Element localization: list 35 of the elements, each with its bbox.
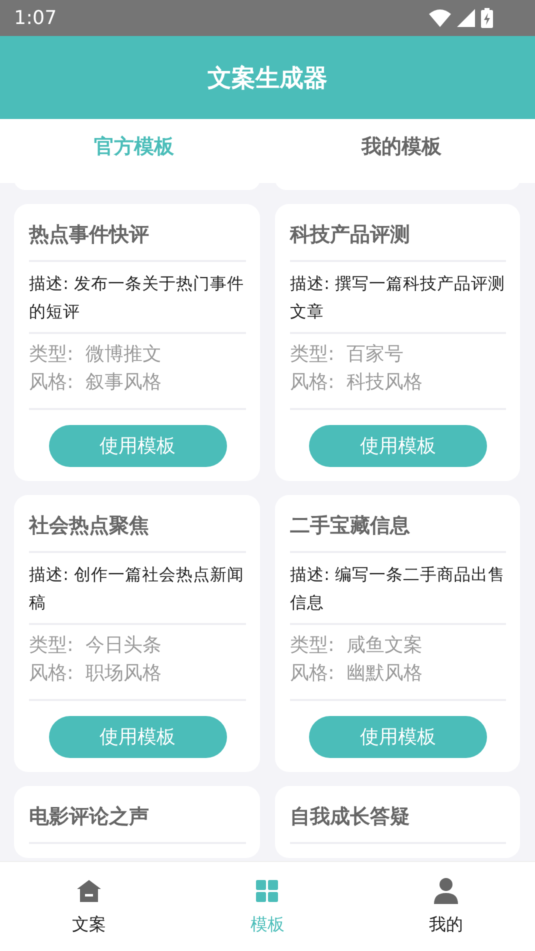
use-template-button[interactable]: 使用模板 <box>48 425 226 467</box>
signal-icon <box>457 9 475 27</box>
grid-icon <box>256 880 278 902</box>
tab[interactable]: 我的模板 <box>268 119 535 183</box>
card-description: 描述: 创作一篇社会热点新闻稿 <box>29 553 246 625</box>
use-template-button[interactable]: 使用模板 <box>309 716 487 758</box>
wifi-icon <box>429 9 451 27</box>
nav-tab[interactable]: 模板 <box>178 862 357 951</box>
nav-tab[interactable]: 文案 <box>0 862 178 951</box>
card-info: 类型: 今日头条 <box>29 633 162 658</box>
card-info: 风格: 职场风格 <box>29 661 162 686</box>
tab[interactable]: 官方模板 <box>0 119 268 183</box>
card-title: 热点事件快评 <box>29 218 246 262</box>
card-description: 描述: 发布一条关于热门事件的短评 <box>29 262 246 334</box>
card-info: 风格: 幽默风格 <box>290 661 424 686</box>
card-info: 类型: 咸鱼文案 <box>290 633 424 658</box>
card-title: 二手宝藏信息 <box>290 509 506 553</box>
card-info: 类型: 微博推文 <box>29 342 162 367</box>
card-title: 科技产品评测 <box>290 218 506 262</box>
card-description: 描述: 撰写一篇科技产品评测文章 <box>290 262 506 334</box>
person-icon <box>434 878 458 904</box>
card-description: 描述: 编写一条二手商品出售信息 <box>290 553 506 625</box>
app-title: 文案生成器 <box>208 62 328 94</box>
use-template-button[interactable]: 使用模板 <box>48 716 226 758</box>
card-info: 风格: 叙事风格 <box>29 370 162 395</box>
card-info: 风格: 科技风格 <box>290 370 424 395</box>
card-title: 自我成长答疑 <box>290 800 506 844</box>
card-title: 社会热点聚焦 <box>29 509 246 553</box>
use-template-button[interactable]: 使用模板 <box>309 425 487 467</box>
battery-icon <box>481 8 493 28</box>
home-icon <box>77 880 102 902</box>
card-title: 电影评论之声 <box>29 800 246 844</box>
nav-tab[interactable]: 我的 <box>356 862 535 951</box>
status-time: 1:07 <box>14 7 58 29</box>
card-info: 类型: 百家号 <box>290 342 404 367</box>
